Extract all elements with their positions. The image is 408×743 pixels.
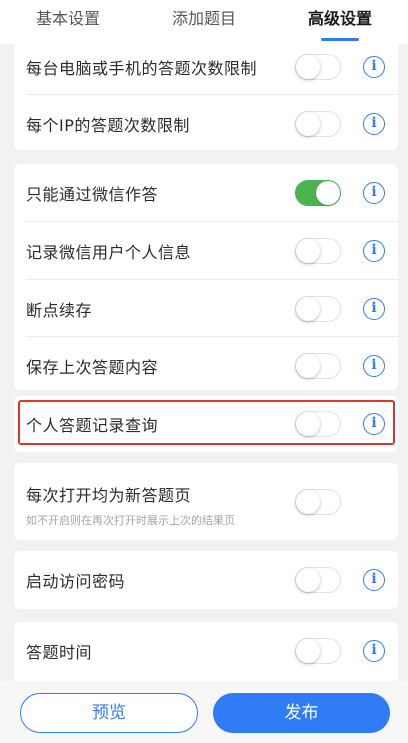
answer-time-toggle[interactable] [295, 638, 341, 664]
toggle-knob [296, 55, 320, 79]
preview-button[interactable]: 预览 [20, 693, 198, 733]
info-icon[interactable]: i [363, 298, 385, 320]
setting-row: 只能通过微信作答 i [14, 164, 398, 222]
setting-label: 只能通过微信作答 [26, 185, 159, 204]
info-icon[interactable]: i [363, 56, 385, 78]
tab-advanced-settings[interactable]: 高级设置 [272, 0, 408, 44]
new-answer-page-toggle[interactable] [295, 489, 341, 515]
setting-row: 答题时间 i [14, 622, 398, 680]
bottom-action-bar: 预览 发布 [0, 681, 408, 743]
setting-label: 保存上次答题内容 [26, 358, 159, 377]
publish-button[interactable]: 发布 [213, 693, 390, 733]
setting-row: 保存上次答题内容 i [14, 337, 398, 395]
toggle-knob [296, 639, 320, 663]
access-password-toggle[interactable] [295, 567, 341, 593]
toggle-knob [296, 568, 320, 592]
wechat-only-toggle[interactable] [295, 180, 341, 206]
tab-add-questions[interactable]: 添加题目 [136, 0, 272, 44]
save-last-answers-toggle[interactable] [295, 353, 341, 379]
toggle-knob [316, 181, 340, 205]
device-limit-toggle[interactable] [295, 54, 341, 80]
setting-label: 每台电脑或手机的答题次数限制 [26, 59, 258, 78]
info-icon[interactable]: i [363, 640, 385, 662]
setting-label: 记录微信用户个人信息 [26, 243, 192, 262]
setting-row: 每台电脑或手机的答题次数限制 i [14, 38, 398, 96]
resume-progress-toggle[interactable] [295, 296, 341, 322]
setting-label: 每个IP的答题次数限制 [26, 116, 190, 135]
settings-card-new-page: 每次打开均为新答题页 如不开启则在再次打开时展示上次的结果页 [14, 463, 398, 540]
setting-sublabel: 如不开启则在再次打开时展示上次的结果页 [26, 514, 235, 527]
record-wechat-info-toggle[interactable] [295, 238, 341, 264]
info-icon[interactable]: i [363, 240, 385, 262]
setting-label: 答题时间 [26, 643, 93, 662]
settings-card-limits: 每台电脑或手机的答题次数限制 i 每个IP的答题次数限制 i [14, 30, 398, 150]
info-icon[interactable]: i [363, 113, 385, 135]
setting-row: 记录微信用户个人信息 i [14, 222, 398, 280]
setting-label: 启动访问密码 [26, 572, 126, 591]
setting-label: 每次打开均为新答题页 [26, 486, 192, 505]
ip-limit-toggle[interactable] [295, 111, 341, 137]
toggle-knob [296, 490, 320, 514]
toggle-knob [296, 354, 320, 378]
settings-card-password: 启动访问密码 i [14, 551, 398, 609]
toggle-knob [296, 297, 320, 321]
settings-card-wechat: 只能通过微信作答 i 记录微信用户个人信息 i 断点续存 i 保存上次答题内容 … [14, 164, 398, 390]
info-icon[interactable]: i [363, 569, 385, 591]
tab-basic-settings[interactable]: 基本设置 [0, 0, 136, 44]
info-icon[interactable]: i [363, 355, 385, 377]
setting-row: 断点续存 i [14, 280, 398, 338]
tab-bar: 基本设置 添加题目 高级设置 [0, 0, 408, 44]
setting-label: 断点续存 [26, 301, 93, 320]
setting-row: 每个IP的答题次数限制 i [14, 95, 398, 153]
setting-row: 启动访问密码 i [14, 551, 398, 609]
highlight-box [18, 400, 395, 445]
toggle-knob [296, 112, 320, 136]
toggle-knob [296, 239, 320, 263]
info-icon[interactable]: i [363, 182, 385, 204]
